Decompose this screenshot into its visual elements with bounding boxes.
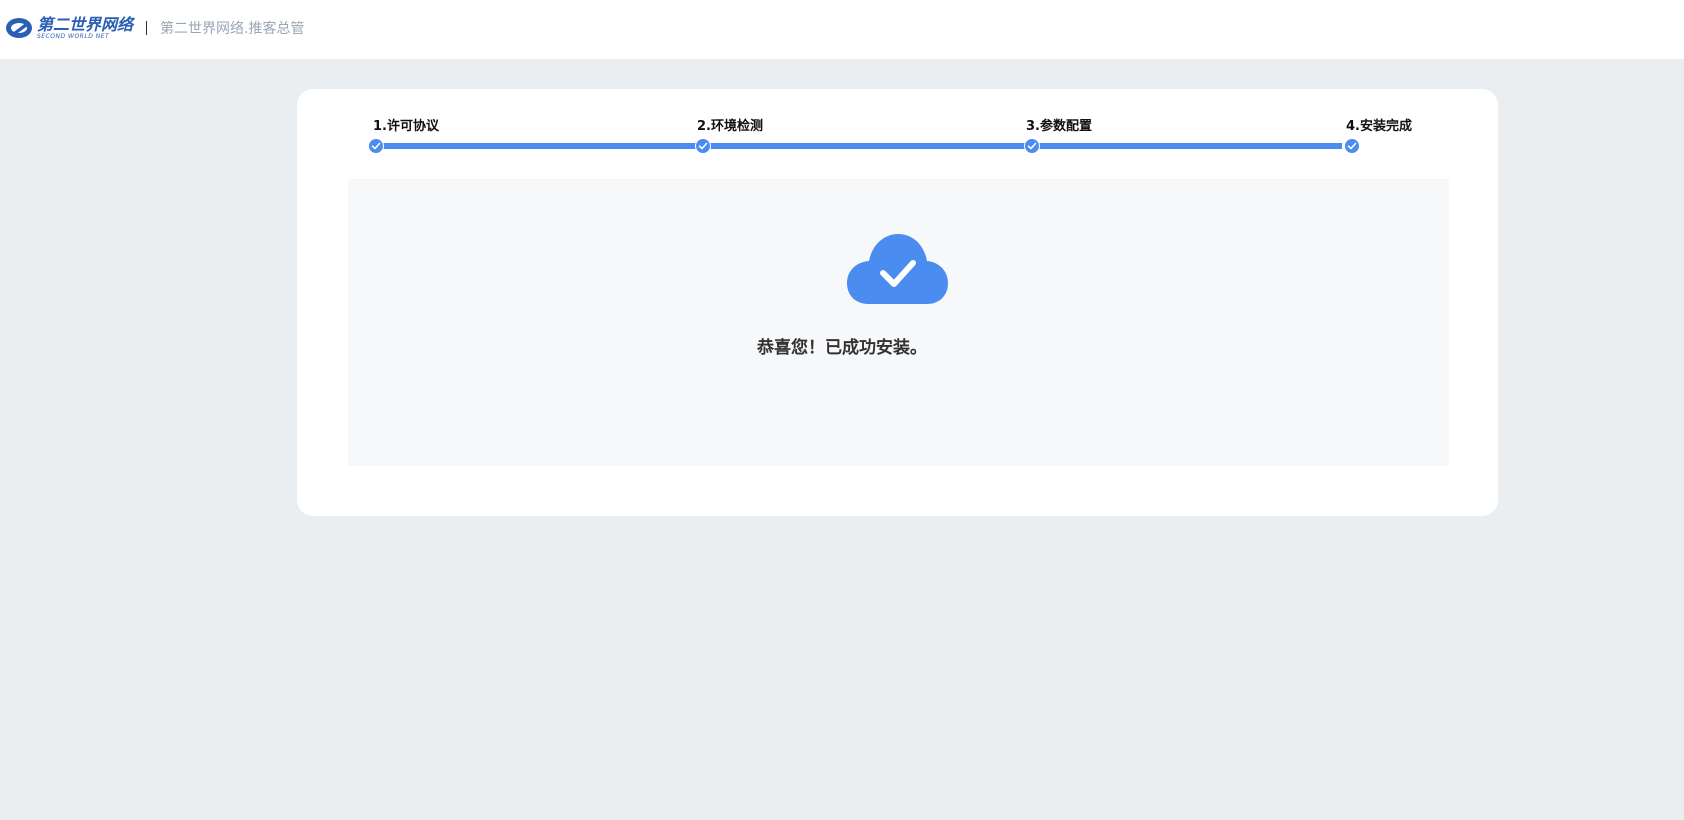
progress-track	[376, 143, 1342, 149]
result-panel	[348, 179, 1449, 466]
logo-mark-icon	[6, 18, 32, 38]
logo-title-cn: 第二世界网络	[37, 14, 134, 34]
success-message: 恭喜您！已成功安装。	[757, 338, 927, 358]
step-label-license: 1.许可协议	[373, 119, 439, 134]
step-label-config: 3.参数配置	[1026, 119, 1092, 134]
check-icon	[371, 142, 381, 150]
progress-steps: 1.许可协议 2.环境检测 3.参数配置 4.安装完成	[297, 89, 1498, 169]
step-dot-complete	[1344, 138, 1360, 154]
step-dot-license	[368, 138, 384, 154]
cloud-check-icon	[847, 234, 948, 304]
header-divider	[146, 21, 147, 35]
step-label-complete: 4.安装完成	[1346, 119, 1412, 134]
logo-title-en: SECOND WORLD NET	[37, 32, 110, 40]
check-icon	[1347, 142, 1357, 150]
check-icon	[1027, 142, 1037, 150]
top-header: 第二世界网络 SECOND WORLD NET 第二世界网络.推客总管	[0, 0, 1684, 59]
app-name: 第二世界网络.推客总管	[160, 21, 305, 37]
check-icon	[698, 142, 708, 150]
step-label-environment: 2.环境检测	[697, 119, 763, 134]
step-dot-environment	[695, 138, 711, 154]
step-dot-config	[1024, 138, 1040, 154]
brand-logo[interactable]: 第二世界网络 SECOND WORLD NET	[5, 15, 136, 41]
